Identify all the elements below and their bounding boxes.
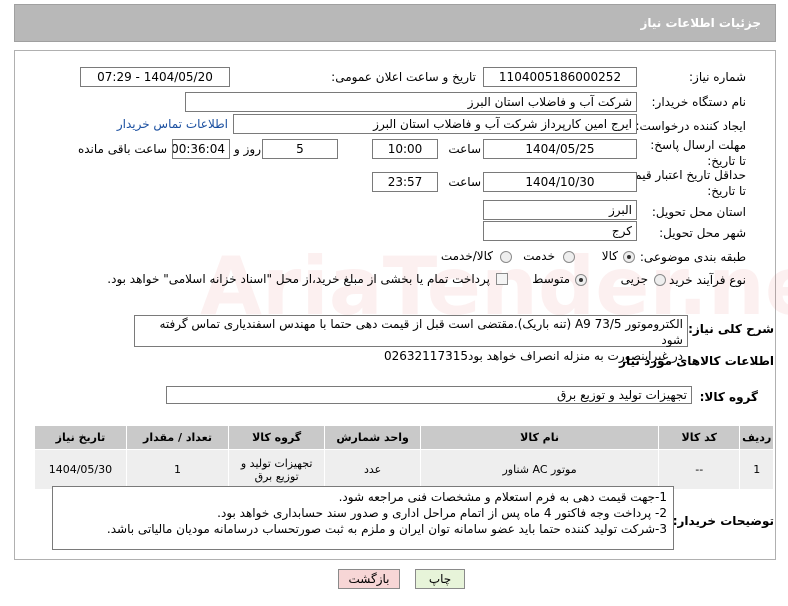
table-header-row: ردیف کد کالا نام کالا واحد شمارش گروه کا… (34, 425, 774, 450)
radio-medium[interactable] (575, 274, 587, 286)
reply-time-field[interactable]: 10:00 (372, 139, 438, 159)
radio-service[interactable] (563, 251, 575, 263)
days-field[interactable]: 5 (262, 139, 338, 159)
cell-group: تجهیزات تولید و توزیع برق (228, 449, 326, 490)
radio-partial-label: جزیی (620, 272, 648, 286)
cell-code: -- (658, 449, 741, 490)
reply-time-label: ساعت (448, 142, 481, 156)
col-code: کد کالا (658, 425, 741, 450)
radio-service-label: خدمت (523, 249, 555, 263)
print-button[interactable]: چاپ (415, 569, 465, 589)
validity-time-label: ساعت (448, 175, 481, 189)
reply-date-field[interactable]: 1404/05/25 (483, 139, 637, 159)
col-qty: تعداد / مقدار (125, 425, 230, 450)
treasury-checkbox[interactable] (496, 273, 508, 285)
header-bar: جزئیات اطلاعات نیاز (14, 4, 776, 42)
need-desc-line2: در غیراینصورت به منزله انصراف خواهد بود0… (384, 349, 683, 363)
radio-goods[interactable] (623, 251, 635, 263)
need-desc-label: شرح کلی نیاز: (688, 322, 774, 336)
radio-goods-service[interactable] (500, 251, 512, 263)
radio-goods-service-label: کالا/خدمت (440, 249, 493, 263)
purchase-type-label: نوع فرآیند خرید : (661, 273, 746, 287)
buyer-org-field[interactable]: شرکت آب و فاضلاب استان البرز (185, 92, 637, 112)
goods-table: ردیف کد کالا نام کالا واحد شمارش گروه کا… (34, 425, 774, 490)
delivery-province-label: استان محل تحویل: (651, 205, 746, 219)
col-row: ردیف (739, 425, 774, 450)
radio-goods-label: کالا (601, 249, 618, 263)
col-group: گروه کالا (228, 425, 326, 450)
cell-row: 1 (739, 449, 774, 490)
buyer-contact-link[interactable]: اطلاعات تماس خریدار (117, 117, 228, 131)
province-field[interactable]: البرز (483, 200, 637, 220)
col-need-date: تاریخ نیاز (34, 425, 127, 450)
col-unit: واحد شمارش (324, 425, 422, 450)
requester-label: ایجاد کننده درخواست: (635, 119, 746, 133)
reply-deadline-label: مهلت ارسال پاسخ: تا تاریخ: (650, 138, 746, 168)
goods-group-field[interactable]: تجهیزات تولید و توزیع برق (166, 386, 692, 404)
radio-partial[interactable] (654, 274, 666, 286)
buyer-notes-box[interactable]: 1-جهت قیمت دهی به فرم استعلام و مشخصات ف… (52, 486, 674, 550)
need-number-field[interactable]: 1104005186000252 (483, 67, 637, 87)
buyer-note-2: 2- پرداخت وجه فاکتور 4 ماه پس از اتمام م… (217, 506, 667, 520)
cell-need-date: 1404/05/30 (34, 449, 127, 490)
city-field[interactable]: کرج (483, 221, 637, 241)
goods-group-label: گروه کالا: (699, 390, 758, 404)
remaining-label: ساعت باقی مانده (77, 142, 167, 156)
days-and-label: روز و (234, 142, 261, 156)
cell-qty: 1 (125, 449, 230, 490)
need-number-label: شماره نیاز: (689, 70, 746, 84)
buyer-notes-label: توضیحات خریدار: (672, 514, 774, 528)
validity-time-field[interactable]: 23:57 (372, 172, 438, 192)
announce-datetime-field[interactable]: 1404/05/20 - 07:29 (80, 67, 230, 87)
table-row[interactable]: 1 -- موتور AC شناور عدد تجهیزات تولید و … (34, 449, 774, 490)
requester-field[interactable]: ایرج امین کارپرداز شرکت آب و فاضلاب استا… (233, 114, 637, 134)
radio-medium-label: متوسط (532, 272, 570, 286)
subject-class-label: طبقه بندی موضوعی: (639, 250, 746, 264)
cell-unit: عدد (324, 449, 422, 490)
announce-datetime-label: تاریخ و ساعت اعلان عمومی: (331, 70, 476, 84)
buyer-note-3: 3-شرکت تولید کننده حتما باید عضو سامانه … (106, 522, 667, 536)
remaining-time-field[interactable]: 00:36:04 (172, 139, 230, 159)
delivery-city-label: شهر محل تحویل: (659, 226, 746, 240)
page-title: جزئیات اطلاعات نیاز (640, 16, 761, 30)
payment-note: پرداخت تمام یا بخشی از مبلغ خرید،از محل … (107, 272, 490, 286)
need-desc-box[interactable]: الکتروموتور A9 73/5 (تنه باریک).مقتضی اس… (134, 315, 688, 363)
validity-date-field[interactable]: 1404/10/30 (483, 172, 637, 192)
buyer-note-1: 1-جهت قیمت دهی به فرم استعلام و مشخصات ف… (338, 490, 667, 504)
cell-name: موتور AC شناور (420, 449, 660, 490)
buyer-org-label: نام دستگاه خریدار: (651, 95, 747, 109)
page: جزئیات اطلاعات نیاز AriaTender.net شماره… (0, 0, 788, 606)
goods-info-title: اطلاعات کالاهای مورد نیاز (619, 354, 774, 368)
need-desc-line1: الکتروموتور A9 73/5 (تنه باریک).مقتضی اس… (159, 317, 683, 347)
back-button[interactable]: بازگشت (338, 569, 400, 589)
col-name: نام کالا (420, 425, 660, 450)
